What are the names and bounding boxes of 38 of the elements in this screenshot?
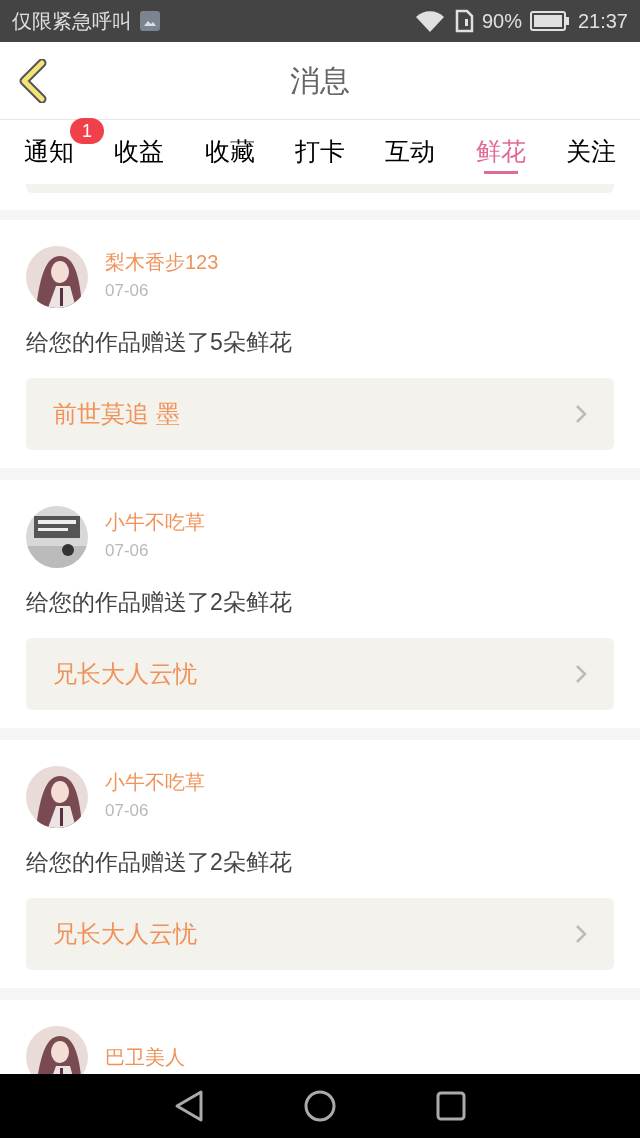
square-recents-icon <box>436 1091 466 1121</box>
user-name[interactable]: 小牛不吃草 <box>105 508 205 536</box>
back-nav-button[interactable] <box>174 1089 204 1123</box>
unread-count: 1 <box>70 118 104 144</box>
chevron-right-icon <box>575 664 587 684</box>
work-link[interactable]: 兄长大人云忧 <box>26 898 614 970</box>
tab[interactable]: 收藏 <box>204 120 255 184</box>
tab[interactable]: 关注 <box>565 120 616 184</box>
selected-underline <box>483 171 518 174</box>
wifi-icon <box>413 9 446 33</box>
message-text: 给您的作品赠送了2朵鲜花 <box>26 848 293 877</box>
tab[interactable]: 打卡 <box>295 120 345 184</box>
clock-time: 21:37 <box>577 9 628 34</box>
circle-home-icon <box>304 1090 336 1122</box>
recents-nav-button[interactable] <box>436 1091 466 1121</box>
page-title: 消息 <box>290 63 350 99</box>
chevron-right-icon <box>575 404 587 424</box>
user-name[interactable]: 梨木香步123 <box>105 248 219 276</box>
tab[interactable]: 互动 <box>385 120 436 184</box>
sim-card-icon <box>453 9 474 33</box>
message-text: 给您的作品赠送了5朵鲜花 <box>26 328 293 357</box>
battery-icon <box>529 11 570 31</box>
work-link[interactable]: 兄长大人云忧 <box>26 638 614 710</box>
user-name[interactable]: 巴卫美人 <box>105 1043 185 1071</box>
message-text: 给您的作品赠送了2朵鲜花 <box>26 588 293 617</box>
work-link[interactable]: 前世莫追 墨 <box>26 378 614 450</box>
triangle-back-icon <box>174 1089 204 1123</box>
message-date: 07-06 <box>105 800 150 822</box>
tab[interactable]: 收益 <box>114 120 165 184</box>
chevron-right-icon <box>575 924 587 944</box>
user-name[interactable]: 小牛不吃草 <box>105 768 205 796</box>
message-date: 07-06 <box>105 540 150 562</box>
message-date: 07-06 <box>105 280 150 302</box>
carrier-text: 仅限紧急呼叫 <box>12 9 132 34</box>
image-icon <box>140 11 160 31</box>
home-nav-button[interactable] <box>304 1090 336 1122</box>
tab[interactable]: 鲜花 <box>475 120 526 184</box>
battery-percent: 90% <box>481 9 522 34</box>
